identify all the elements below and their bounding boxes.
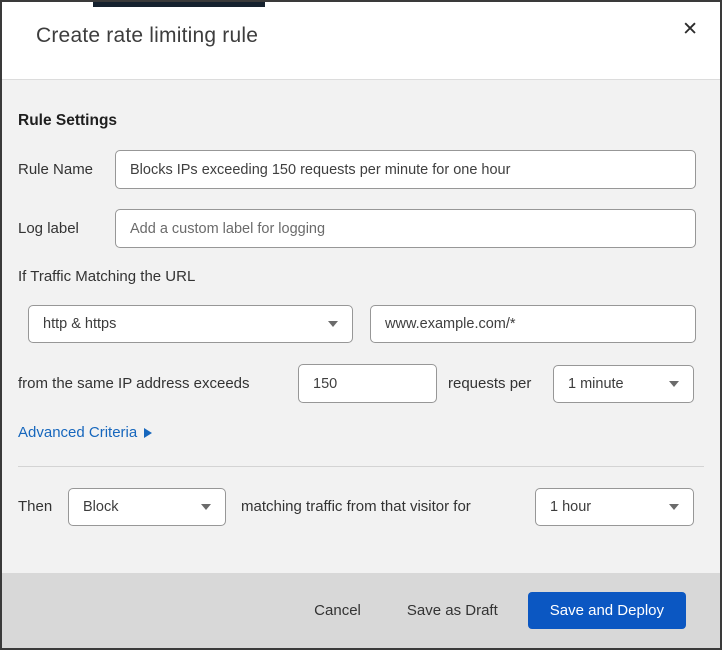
scheme-select-value: http & https bbox=[43, 316, 117, 332]
dialog-footer: Cancel Save as Draft Save and Deploy bbox=[2, 573, 720, 648]
chevron-down-icon bbox=[201, 504, 211, 510]
dialog-header: Create rate limiting rule ✕ bbox=[2, 2, 720, 80]
scheme-select[interactable]: http & https bbox=[28, 305, 353, 343]
section-divider bbox=[18, 466, 704, 467]
threshold-prefix-text: from the same IP address exceeds bbox=[18, 375, 250, 392]
threshold-middle-text: requests per bbox=[448, 375, 532, 392]
save-and-deploy-button[interactable]: Save and Deploy bbox=[527, 592, 686, 629]
log-label-label: Log label bbox=[18, 220, 79, 237]
action-select[interactable]: Block bbox=[68, 488, 226, 526]
rule-settings-heading: Rule Settings bbox=[18, 112, 118, 129]
traffic-match-heading: If Traffic Matching the URL bbox=[18, 268, 196, 285]
chevron-down-icon bbox=[669, 504, 679, 510]
log-label-input[interactable] bbox=[115, 209, 696, 248]
url-pattern-input[interactable] bbox=[370, 305, 696, 343]
background-page-strip bbox=[93, 2, 265, 7]
close-icon[interactable]: ✕ bbox=[674, 14, 706, 45]
cancel-button[interactable]: Cancel bbox=[314, 602, 361, 619]
rule-name-label: Rule Name bbox=[18, 161, 94, 178]
action-middle-text: matching traffic from that visitor for bbox=[241, 498, 471, 515]
action-select-value: Block bbox=[83, 499, 119, 515]
request-count-input[interactable] bbox=[298, 364, 437, 403]
advanced-criteria-label: Advanced Criteria bbox=[18, 424, 138, 441]
advanced-criteria-link[interactable]: Advanced Criteria bbox=[18, 424, 153, 441]
create-rate-limiting-rule-dialog: Create rate limiting rule ✕ Rule Setting… bbox=[0, 0, 722, 650]
duration-select[interactable]: 1 hour bbox=[535, 488, 694, 526]
duration-select-value: 1 hour bbox=[550, 499, 592, 515]
dialog-title: Create rate limiting rule bbox=[36, 24, 259, 47]
chevron-down-icon bbox=[669, 381, 679, 387]
save-as-draft-button[interactable]: Save as Draft bbox=[407, 602, 498, 619]
rule-name-input[interactable] bbox=[115, 150, 696, 189]
chevron-down-icon bbox=[328, 321, 338, 327]
action-prefix-text: Then bbox=[18, 498, 53, 515]
expand-arrow-icon bbox=[144, 428, 153, 438]
period-select-value: 1 minute bbox=[568, 376, 624, 392]
period-select[interactable]: 1 minute bbox=[553, 365, 694, 403]
